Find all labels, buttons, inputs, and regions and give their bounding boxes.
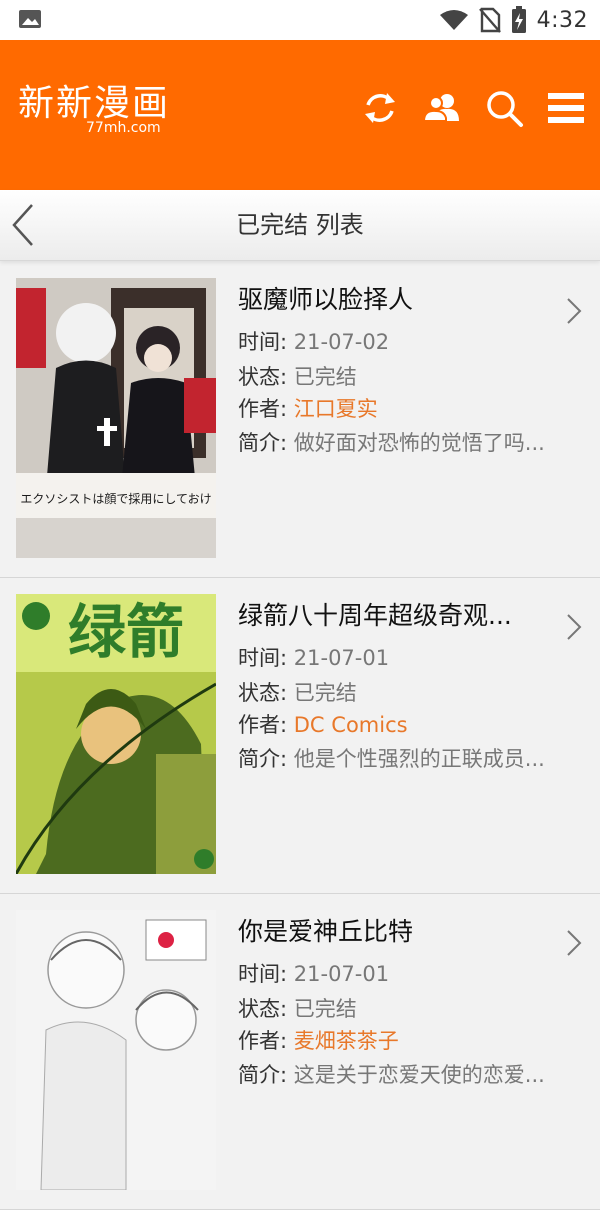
chevron-right-icon [567,298,582,324]
list-item[interactable]: 你是爱神丘比特 时间: 21-07-01 状态: 已完结 作者: 麦畑茶茶子 简… [0,894,600,1210]
meta-intro: 简介: 这是关于恋爱天使的恋爱... [238,1063,545,1087]
logo-subtitle: 77mh.com [86,120,161,136]
author-link[interactable]: 江口夏实 [294,397,378,421]
cover-image: 绿箭 [16,594,216,874]
refresh-icon[interactable] [360,88,400,128]
meta-time: 时间: 21-07-02 [238,330,390,354]
comic-title: 绿箭八十周年超级奇观... [238,601,512,630]
battery-icon [511,6,526,33]
wifi-icon [439,10,468,30]
logo-title: 新新漫画 [18,83,171,124]
status-time: 4:32 [536,7,588,33]
meta-intro: 简介: 他是个性强烈的正联成员... [238,747,545,771]
cover-title-text: エクソシストは顔で採用にしておけ [20,491,211,506]
meta-time: 时间: 21-07-01 [238,646,390,670]
list-item[interactable]: エクソシストは顔で採用にしておけ 驱魔师以脸择人 时间: 21-07-02 状态… [0,262,600,578]
back-button[interactable] [6,202,42,248]
author-link[interactable]: DC Comics [294,713,408,737]
meta-author: 作者: 江口夏实 [238,397,378,421]
list-item[interactable]: 绿箭 绿箭八十周年超级奇观... 时间: 21-07-01 状态: 已完结 作者… [0,578,600,894]
cover-image: エクソシストは顔で採用にしておけ [16,278,216,558]
menu-icon[interactable] [546,88,586,128]
chevron-right-icon [567,614,582,640]
search-icon[interactable] [484,88,524,128]
app-bar: 新新漫画 77mh.com [0,40,600,190]
cover-image [16,910,216,1190]
meta-author: 作者: DC Comics [238,713,408,737]
sub-header: 已完结 列表 [0,190,600,261]
page-title: 已完结 列表 [236,211,364,239]
meta-status: 状态: 已完结 [238,681,357,705]
meta-status: 状态: 已完结 [238,365,357,389]
author-link[interactable]: 麦畑茶茶子 [294,1029,399,1053]
comic-title: 驱魔师以脸择人 [238,285,414,314]
meta-time: 时间: 21-07-01 [238,962,390,986]
cover-title-text: 绿箭 [68,598,184,666]
status-bar: 4:32 [0,0,600,40]
no-sim-icon [478,7,501,33]
comic-title: 你是爱神丘比特 [238,917,414,946]
back-chevron-icon [12,204,33,246]
meta-intro: 简介: 做好面对恐怖的觉悟了吗... [238,431,545,455]
gallery-icon [19,10,41,28]
user-icon[interactable] [422,88,462,128]
meta-author: 作者: 麦畑茶茶子 [238,1029,399,1053]
meta-status: 状态: 已完结 [238,997,357,1021]
chevron-right-icon [567,930,582,956]
